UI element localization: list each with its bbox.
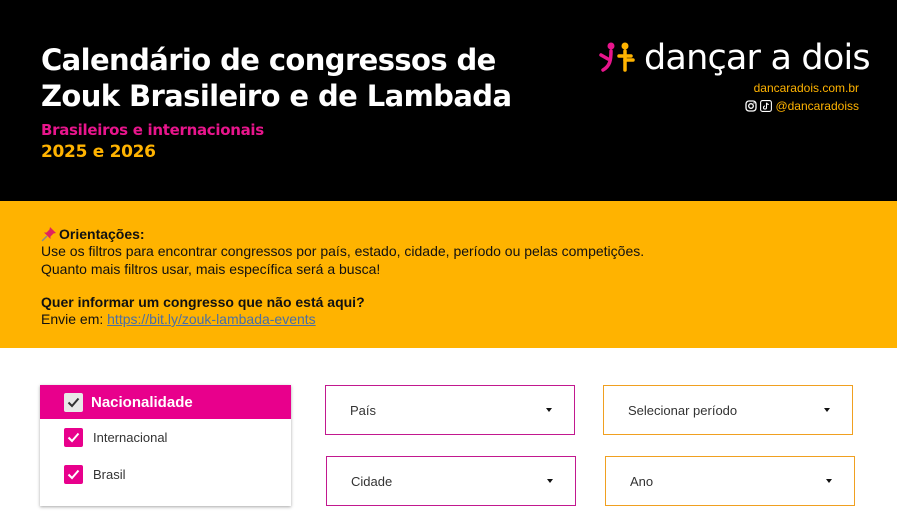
country-dropdown[interactable]: País bbox=[325, 385, 575, 435]
nationality-label: Nacionalidade bbox=[91, 393, 193, 411]
check-icon bbox=[67, 469, 80, 480]
caret-down-icon bbox=[546, 408, 552, 412]
brazil-checkbox[interactable] bbox=[64, 465, 83, 484]
header: Calendário de congressos de Zouk Brasile… bbox=[0, 0, 897, 201]
page-title: Calendário de congressos de Zouk Brasile… bbox=[41, 43, 512, 113]
brand-logo[interactable]: dançar a dois bbox=[598, 38, 871, 78]
check-icon bbox=[67, 432, 80, 443]
submit-prefix: Envie em: bbox=[41, 311, 104, 327]
nationality-select-all-checkbox[interactable] bbox=[64, 392, 83, 412]
submit-line: Envie em: https://bit.ly/zouk-lambada-ev… bbox=[41, 310, 316, 328]
year-dropdown-value: Ano bbox=[630, 473, 654, 489]
nationality-header[interactable]: Nacionalidade bbox=[40, 385, 291, 419]
page-subtitle: Brasileiros e internacionais bbox=[41, 121, 264, 139]
nationality-option-brazil[interactable]: Brasil bbox=[64, 465, 126, 484]
social-links: @dancaradoiss bbox=[745, 99, 859, 113]
social-handle[interactable]: @dancaradoiss bbox=[775, 99, 859, 113]
guidelines-line-2: Quanto mais filtros usar, mais específic… bbox=[41, 261, 381, 277]
year-dropdown[interactable]: Ano bbox=[605, 456, 855, 506]
page-years: 2025 e 2026 bbox=[41, 142, 156, 162]
city-dropdown[interactable]: Cidade bbox=[326, 456, 576, 506]
caret-down-icon bbox=[826, 479, 832, 483]
logo-wordmark: dançar a dois bbox=[644, 38, 871, 78]
international-label: Internacional bbox=[93, 430, 168, 445]
city-dropdown-value: Cidade bbox=[351, 473, 393, 489]
pushpin-icon bbox=[41, 227, 56, 242]
period-dropdown[interactable]: Selecionar período bbox=[603, 385, 853, 435]
nationality-filter: Nacionalidade Internacional Brasil bbox=[40, 385, 291, 506]
country-dropdown-value: País bbox=[350, 402, 377, 418]
international-checkbox[interactable] bbox=[64, 428, 83, 447]
nationality-option-international[interactable]: Internacional bbox=[64, 428, 167, 447]
submit-question: Quer informar um congresso que não está … bbox=[41, 294, 365, 310]
website-link[interactable]: dancaradois.com.br bbox=[754, 81, 859, 95]
caret-down-icon bbox=[824, 408, 830, 412]
dancers-logo-icon bbox=[599, 42, 635, 72]
brazil-label: Brasil bbox=[93, 467, 126, 482]
guidelines-heading-row: Orientações: bbox=[41, 225, 145, 243]
instagram-icon[interactable] bbox=[745, 100, 758, 112]
period-dropdown-value: Selecionar período bbox=[628, 402, 738, 418]
check-icon bbox=[67, 397, 80, 407]
guidelines-banner: Orientações: Use os filtros para encontr… bbox=[0, 201, 897, 348]
submit-link[interactable]: https://bit.ly/zouk-lambada-events bbox=[107, 311, 316, 327]
caret-down-icon bbox=[547, 479, 553, 483]
tiktok-icon[interactable] bbox=[760, 100, 773, 112]
guidelines-line-1: Use os filtros para encontrar congressos… bbox=[41, 243, 645, 259]
guidelines-heading: Orientações: bbox=[59, 226, 145, 242]
